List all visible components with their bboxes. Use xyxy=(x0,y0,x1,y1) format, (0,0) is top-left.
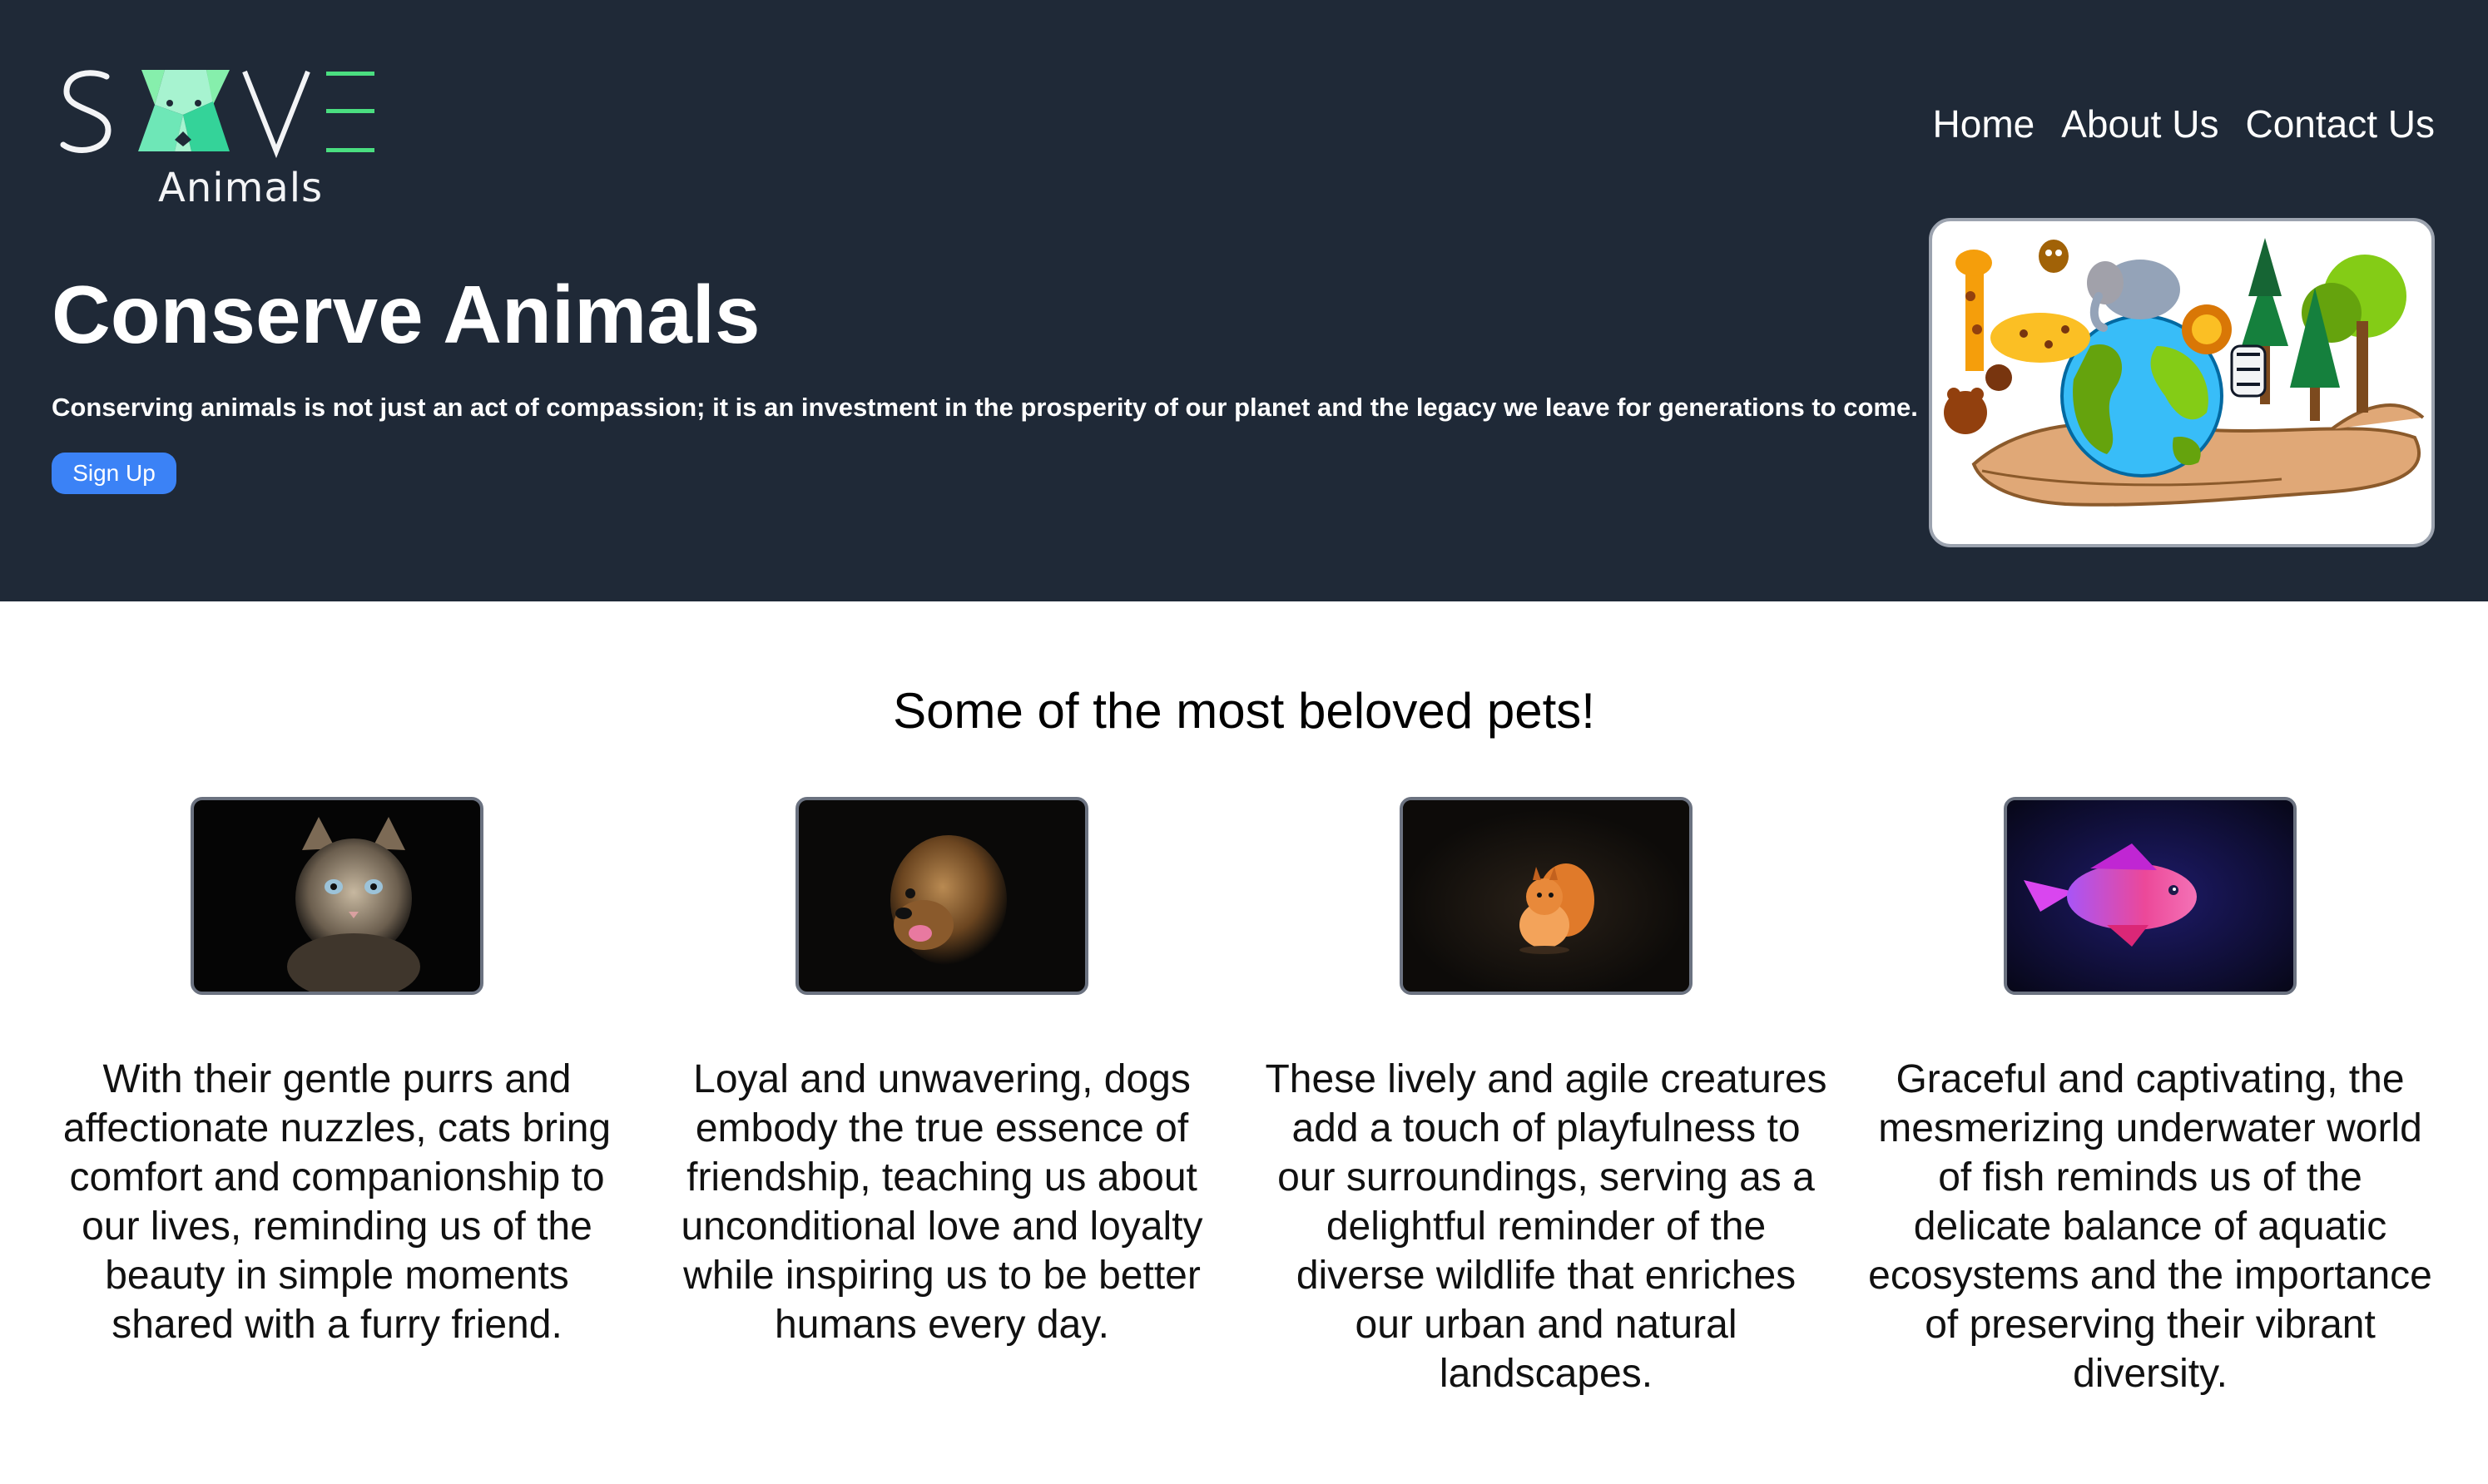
fish-icon xyxy=(2007,800,2293,992)
squirrel-photo xyxy=(1400,797,1693,995)
site-logo[interactable]: Animals xyxy=(58,65,379,215)
signup-button[interactable]: Sign Up xyxy=(52,453,176,494)
nav-contact-link[interactable]: Contact Us xyxy=(2245,101,2435,146)
pet-description-cat: With their gentle purrs and affectionate… xyxy=(62,1057,612,1347)
dog-icon xyxy=(890,835,1007,965)
hero-illustration xyxy=(1929,218,2435,547)
squirrel-icon xyxy=(1403,800,1689,992)
nav-home-link[interactable]: Home xyxy=(1933,101,2035,146)
pet-description-squirrel: These lively and agile creatures add a t… xyxy=(1265,1057,1827,1396)
main-nav: Home About Us Contact Us xyxy=(1933,101,2435,146)
nav-about-link[interactable]: About Us xyxy=(2061,101,2218,146)
logo-subtitle: Animals xyxy=(158,165,324,211)
fish-photo xyxy=(2004,797,2297,995)
cat-photo xyxy=(191,797,483,995)
hero-tagline: Conserving animals is not just an act of… xyxy=(52,393,1918,422)
cat-icon xyxy=(287,817,420,992)
logo-wordmark xyxy=(60,70,374,159)
pets-section-title: Some of the most beloved pets! xyxy=(893,683,1595,739)
pet-description-dog: Loyal and unwavering, dogs embody the tr… xyxy=(681,1057,1203,1347)
earth-in-hand-illustration xyxy=(1944,238,2425,507)
dog-photo xyxy=(795,797,1088,995)
dog-head-icon xyxy=(138,70,230,151)
hero-title: Conserve Animals xyxy=(52,269,761,360)
pet-description-fish: Graceful and captivating, the mesmerizin… xyxy=(1868,1057,2432,1396)
hero-section: Animals Home About Us Contact Us Conserv… xyxy=(0,0,2488,601)
